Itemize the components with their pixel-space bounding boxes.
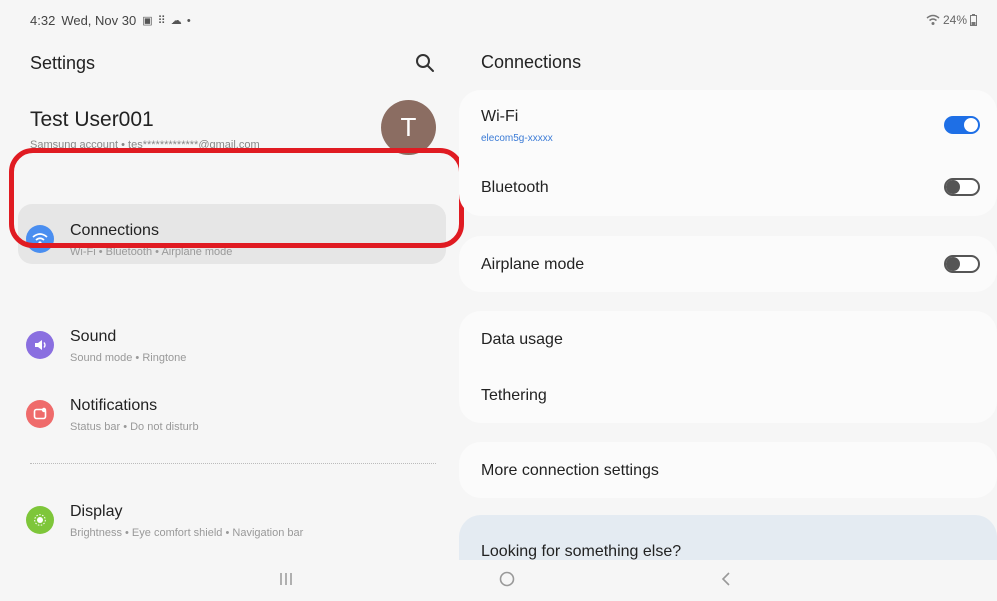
navigation-bar bbox=[0, 560, 997, 601]
status-time: 4:32 bbox=[30, 13, 56, 28]
airplane-mode-toggle[interactable] bbox=[944, 255, 980, 273]
battery-icon bbox=[970, 14, 977, 26]
status-date: Wed, Nov 30 bbox=[61, 13, 137, 28]
detail-title: Connections bbox=[481, 52, 582, 72]
airplane-card: Airplane mode bbox=[459, 236, 997, 292]
wifi-toggle[interactable] bbox=[944, 116, 980, 134]
settings-item-display[interactable]: Display Brightness • Eye comfort shield … bbox=[18, 485, 446, 545]
tethering-row[interactable]: Tethering bbox=[481, 387, 547, 405]
settings-item-title: Sound bbox=[70, 328, 117, 345]
settings-item-title: Display bbox=[70, 503, 123, 520]
bluetooth-toggle[interactable] bbox=[944, 178, 980, 196]
speaker-icon bbox=[26, 331, 54, 359]
recents-icon bbox=[280, 573, 292, 585]
avatar[interactable]: T bbox=[381, 100, 436, 155]
divider bbox=[30, 463, 436, 464]
bluetooth-label: Bluetooth bbox=[481, 179, 549, 196]
data-card: Data usage Tethering bbox=[459, 311, 997, 423]
status-left: 4:32 Wed, Nov 30 ▣ ⠿ ☁ • bbox=[30, 13, 192, 28]
search-icon bbox=[416, 54, 434, 72]
home-icon bbox=[499, 571, 515, 587]
search-button[interactable] bbox=[414, 52, 436, 74]
home-button[interactable] bbox=[498, 570, 516, 593]
settings-item-notifications[interactable]: Notifications Status bar • Do not distur… bbox=[18, 379, 446, 439]
settings-item-title: Notifications bbox=[70, 397, 158, 414]
back-button[interactable] bbox=[719, 570, 733, 593]
wifi-bluetooth-card: Wi-Fi elecom5g-xxxxx Bluetooth bbox=[459, 90, 997, 216]
data-usage-row[interactable]: Data usage bbox=[481, 331, 563, 349]
settings-list-pane: Settings Test User001 Samsung account • … bbox=[0, 40, 460, 560]
bluetooth-row[interactable]: Bluetooth bbox=[481, 179, 549, 197]
page-title: Settings bbox=[30, 53, 96, 73]
toggle-knob bbox=[946, 180, 960, 194]
account-profile[interactable]: Test User001 Samsung account • tes******… bbox=[30, 108, 260, 151]
airplane-mode-row[interactable]: Airplane mode bbox=[481, 256, 584, 274]
back-icon bbox=[721, 572, 730, 586]
highlight-annotation bbox=[9, 148, 464, 248]
airplane-mode-label: Airplane mode bbox=[481, 256, 585, 273]
notification-icon bbox=[26, 400, 54, 428]
suggestions-card: Looking for something else? bbox=[459, 515, 997, 565]
notification-icons: ▣ ⠿ ☁ • bbox=[142, 15, 192, 27]
suggestions-heading: Looking for something else? bbox=[481, 543, 682, 560]
toggle-knob bbox=[946, 257, 960, 271]
toggle-knob bbox=[963, 117, 979, 133]
wifi-label: Wi-Fi bbox=[481, 108, 519, 125]
wifi-row[interactable]: Wi-Fi bbox=[481, 108, 518, 126]
wifi-network-name: elecom5g-xxxxx bbox=[481, 133, 553, 144]
settings-item-subtitle: Sound mode • Ringtone bbox=[70, 352, 187, 364]
battery-percent: 24% bbox=[942, 13, 967, 27]
settings-item-subtitle: Brightness • Eye comfort shield • Naviga… bbox=[70, 527, 304, 539]
more-connection-settings-row[interactable]: More connection settings bbox=[481, 462, 659, 480]
status-right: 24% bbox=[926, 13, 977, 27]
settings-item-sound[interactable]: Sound Sound mode • Ringtone bbox=[18, 310, 446, 370]
profile-name: Test User001 bbox=[30, 108, 154, 131]
status-bar: 4:32 Wed, Nov 30 ▣ ⠿ ☁ • 24% bbox=[0, 0, 997, 40]
brightness-icon bbox=[26, 506, 54, 534]
recents-button[interactable] bbox=[278, 570, 294, 593]
settings-item-subtitle: Status bar • Do not disturb bbox=[70, 421, 199, 433]
more-card: More connection settings bbox=[459, 442, 997, 498]
wifi-signal-icon bbox=[926, 14, 940, 25]
